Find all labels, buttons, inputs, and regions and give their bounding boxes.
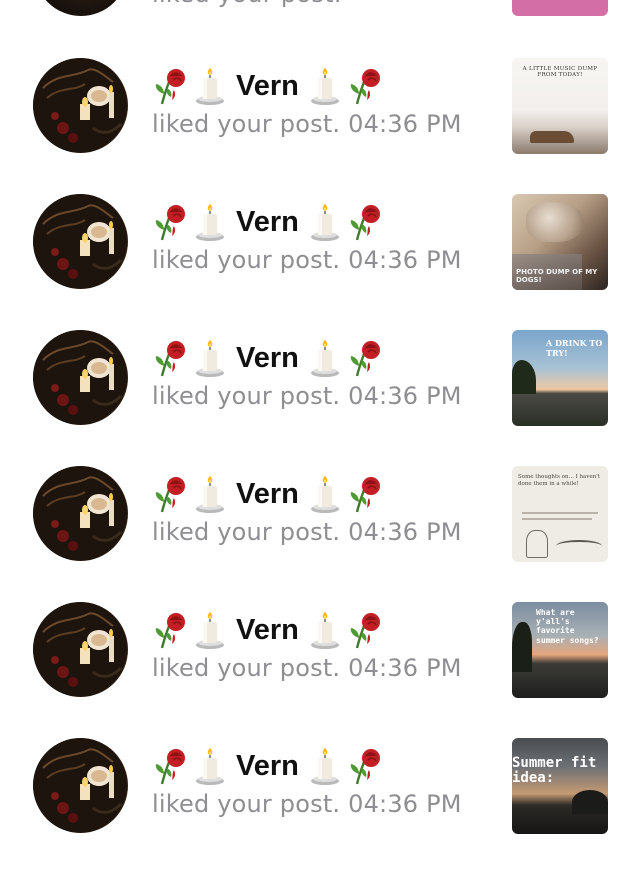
partial-notification-row[interactable]: liked your post.	[0, 0, 640, 20]
timestamp: 04:36 PM	[348, 790, 462, 818]
name-line: Vern	[152, 746, 383, 786]
notification-row[interactable]: Vern liked your post. 04:36 PM Some thou…	[0, 464, 640, 600]
candle-icon	[307, 202, 343, 242]
timestamp: 04:36 PM	[348, 110, 462, 138]
post-thumbnail[interactable]: Summer fit idea:	[512, 738, 608, 834]
action-text: liked your post.	[152, 246, 341, 274]
candle-icon	[307, 610, 343, 650]
rose-icon	[347, 66, 383, 106]
timestamp: 04:36 PM	[348, 518, 462, 546]
avatar[interactable]	[33, 58, 128, 153]
user-name[interactable]: Vern	[236, 206, 299, 239]
timestamp: 04:36 PM	[348, 246, 462, 274]
name-line: Vern	[152, 202, 383, 242]
action-line: liked your post. 04:36 PM	[152, 790, 462, 818]
avatar-image	[33, 466, 127, 560]
user-name[interactable]: Vern	[236, 70, 299, 103]
candle-icon	[192, 610, 228, 650]
rose-icon	[347, 474, 383, 514]
avatar-image	[33, 738, 127, 832]
thumbnail-caption: PHOTO DUMP OF MY DOGS!	[516, 268, 598, 284]
post-thumbnail[interactable]	[512, 0, 608, 16]
notification-row[interactable]: Vern liked your post. 04:36 PM Summer fi…	[0, 736, 640, 872]
user-name[interactable]: Vern	[236, 342, 299, 375]
rose-icon	[152, 66, 188, 106]
avatar[interactable]	[33, 466, 128, 561]
user-name[interactable]: Vern	[236, 750, 299, 783]
post-thumbnail[interactable]: What are y'all's favorite summer songs?	[512, 602, 608, 698]
avatar[interactable]	[33, 738, 128, 833]
thumbnail-image-layer	[556, 540, 602, 552]
name-line: Vern	[152, 610, 383, 650]
avatar-image	[33, 194, 127, 288]
rose-icon	[347, 202, 383, 242]
candle-icon	[307, 746, 343, 786]
thumbnail-image-layer	[530, 131, 574, 143]
candle-icon	[192, 66, 228, 106]
thumbnail-caption: A DRINK TO TRY!	[546, 338, 603, 358]
candle-icon	[307, 338, 343, 378]
post-thumbnail[interactable]: Some thoughts on... I haven't done them …	[512, 466, 608, 562]
thumbnail-caption: What are y'all's favorite summer songs?	[536, 608, 599, 645]
thumbnail-caption: A LITTLE MUSIC DUMP FROM TODAY!	[522, 66, 598, 78]
action-text: liked your post.	[152, 0, 342, 8]
candle-icon	[307, 66, 343, 106]
thumbnail-image-layer	[526, 202, 584, 242]
post-thumbnail[interactable]: A DRINK TO TRY!	[512, 330, 608, 426]
thumbnail-image-layer	[522, 518, 592, 520]
avatar[interactable]	[34, 0, 128, 16]
name-line: Vern	[152, 474, 383, 514]
rose-icon	[152, 338, 188, 378]
thumbnail-image-layer	[512, 622, 532, 672]
action-text: liked your post.	[152, 790, 341, 818]
action-line: liked your post. 04:36 PM	[152, 518, 462, 546]
candle-icon	[192, 338, 228, 378]
rose-icon	[347, 746, 383, 786]
avatar-image	[33, 602, 127, 696]
rose-icon	[347, 610, 383, 650]
notification-row[interactable]: Vern liked your post. 04:36 PM A LITTLE …	[0, 56, 640, 192]
thumbnail-image-layer	[526, 530, 548, 558]
user-name[interactable]: Vern	[236, 478, 299, 511]
timestamp: 04:36 PM	[348, 382, 462, 410]
thumbnail-caption: Some thoughts on... I haven't done them …	[518, 474, 600, 487]
notification-row[interactable]: Vern liked your post. 04:36 PM A DRINK T…	[0, 328, 640, 464]
thumbnail-caption: Summer fit idea:	[512, 755, 597, 787]
thumbnail-image-layer	[522, 512, 598, 514]
action-text: liked your post.	[152, 654, 341, 682]
action-text: liked your post.	[152, 382, 341, 410]
action-text: liked your post.	[152, 110, 341, 138]
action-line: liked your post. 04:36 PM	[152, 246, 462, 274]
name-line: Vern	[152, 66, 383, 106]
action-line: liked your post. 04:36 PM	[152, 382, 462, 410]
rose-icon	[152, 202, 188, 242]
rose-icon	[347, 338, 383, 378]
user-name[interactable]: Vern	[236, 614, 299, 647]
notification-row[interactable]: Vern liked your post. 04:36 PM What are …	[0, 600, 640, 736]
action-line: liked your post. 04:36 PM	[152, 110, 462, 138]
avatar[interactable]	[33, 602, 128, 697]
avatar-image	[33, 58, 127, 152]
candle-icon	[192, 202, 228, 242]
candle-icon	[192, 474, 228, 514]
notification-row[interactable]: Vern liked your post. 04:36 PM PHOTO DUM…	[0, 192, 640, 328]
rose-icon	[152, 610, 188, 650]
rose-icon	[152, 746, 188, 786]
post-thumbnail[interactable]: PHOTO DUMP OF MY DOGS!	[512, 194, 608, 290]
rose-icon	[152, 474, 188, 514]
timestamp: 04:36 PM	[348, 654, 462, 682]
candle-icon	[307, 474, 343, 514]
candle-icon	[192, 746, 228, 786]
name-line: Vern	[152, 338, 383, 378]
avatar-image	[33, 330, 127, 424]
avatar[interactable]	[33, 330, 128, 425]
action-text: liked your post.	[152, 518, 341, 546]
avatar[interactable]	[33, 194, 128, 289]
action-line: liked your post. 04:36 PM	[152, 654, 462, 682]
post-thumbnail[interactable]: A LITTLE MUSIC DUMP FROM TODAY!	[512, 58, 608, 154]
thumbnail-image-layer	[572, 790, 608, 814]
